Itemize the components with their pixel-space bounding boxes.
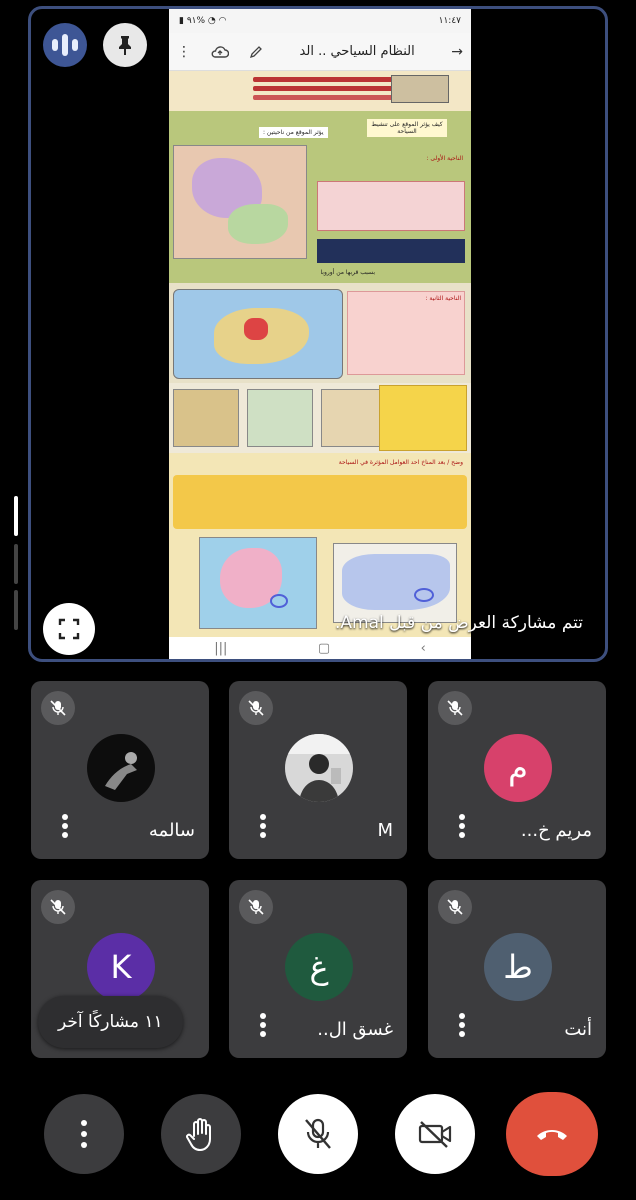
europe-map-image xyxy=(173,145,307,259)
doc-heading: يؤثر الموقع من ناحيتين : xyxy=(259,127,328,138)
raise-hand-button[interactable] xyxy=(161,1094,241,1174)
doc-note-box xyxy=(173,475,467,529)
home-icon: ▢ xyxy=(317,641,331,656)
doc-heading: وضح / بعد المناخ احد العوامل المؤثرة في … xyxy=(338,459,463,466)
participant-menu-button[interactable] xyxy=(452,811,472,841)
fullscreen-icon xyxy=(58,618,80,640)
participant-menu-button[interactable] xyxy=(55,811,75,841)
call-end-icon xyxy=(537,1130,567,1140)
world-map-image xyxy=(173,289,343,379)
doc-section-world: الناحية الثانية : xyxy=(169,283,471,383)
participant-tile[interactable]: M xyxy=(229,681,407,859)
avatar: ط xyxy=(484,933,552,1001)
avatar xyxy=(285,734,353,802)
page-indicator-active xyxy=(14,496,18,536)
raise-hand-icon xyxy=(186,1118,211,1151)
shared-nav-bar: ||| ▢ ‹ xyxy=(169,637,471,659)
americas-map-image xyxy=(199,537,317,629)
avatar: غ xyxy=(285,933,353,1001)
mic-toggle-button[interactable] xyxy=(278,1094,358,1174)
regional-map-image xyxy=(247,389,313,447)
doc-section-location: كيف يؤثر الموقع على تنشيط السياحة يؤثر ا… xyxy=(169,111,471,283)
doc-note-box: الناحية الثانية : xyxy=(347,291,465,375)
participant-tile-self[interactable]: ط أنت xyxy=(428,880,606,1058)
shared-document: كيف يؤثر الموقع على تنشيط السياحة يؤثر ا… xyxy=(169,71,471,637)
doc-note-box xyxy=(317,181,465,231)
avatar xyxy=(87,734,155,802)
more-vert-icon xyxy=(81,1120,87,1148)
page-indicator xyxy=(14,544,18,584)
doc-heading: الناحية الثانية : xyxy=(425,295,461,302)
avatar: K xyxy=(87,933,155,1001)
pin-icon xyxy=(119,36,131,55)
other-participants-pill[interactable]: ١١ مشاركًا آخر xyxy=(38,996,183,1048)
mic-off-icon xyxy=(41,890,75,924)
mic-off-icon xyxy=(239,890,273,924)
mic-off-icon xyxy=(438,691,472,725)
share-caption: تتم مشاركة العرض من قبل Amal. xyxy=(334,613,583,633)
regional-map-image xyxy=(173,389,239,447)
mic-off-icon xyxy=(305,1118,331,1149)
page-indicator xyxy=(14,590,18,630)
doc-section-maps xyxy=(169,383,471,453)
participant-tile[interactable]: م مريم خ... xyxy=(428,681,606,859)
more-options-button[interactable] xyxy=(44,1094,124,1174)
participant-tile[interactable]: سالمه xyxy=(31,681,209,859)
mic-off-icon xyxy=(239,691,273,725)
camera-off-icon xyxy=(418,1121,452,1148)
participant-name: غسق ال.. xyxy=(317,1019,393,1040)
doc-caption: بسبب قربها من أوروبا xyxy=(320,269,375,276)
presentation-stage[interactable]: ▮ ٩١% ◔ ◠ ١١:٤٧ ⋮ النظام السياحي .. الد … xyxy=(28,6,608,662)
fullscreen-button[interactable] xyxy=(43,603,95,655)
shared-screen: ▮ ٩١% ◔ ◠ ١١:٤٧ ⋮ النظام السياحي .. الد … xyxy=(169,9,471,659)
back-arrow-icon: → xyxy=(451,43,463,60)
cloud-upload-icon xyxy=(211,45,229,58)
avatar: م xyxy=(484,734,552,802)
usa-map-image xyxy=(333,543,457,623)
leave-call-button[interactable] xyxy=(506,1092,598,1176)
shared-status-bar: ▮ ٩١% ◔ ◠ ١١:٤٧ xyxy=(169,9,471,33)
doc-section-climate: وضح / بعد المناخ احد العوامل المؤثرة في … xyxy=(169,453,471,637)
mic-off-icon xyxy=(438,890,472,924)
shared-status-icons: ▮ ٩١% ◔ ◠ xyxy=(179,16,227,26)
participant-name: M xyxy=(377,820,393,841)
participant-menu-button[interactable] xyxy=(253,1010,273,1040)
mic-off-icon xyxy=(41,691,75,725)
doc-section-intro xyxy=(169,71,471,111)
camera-toggle-button[interactable] xyxy=(395,1094,475,1174)
regional-map-image xyxy=(321,389,387,447)
doc-heading: كيف يؤثر الموقع على تنشيط السياحة xyxy=(367,119,447,137)
shared-status-time: ١١:٤٧ xyxy=(438,16,461,26)
participant-menu-button[interactable] xyxy=(452,1010,472,1040)
doc-note-box xyxy=(317,239,465,263)
participant-name: أنت xyxy=(564,1019,592,1040)
participant-menu-button[interactable] xyxy=(253,811,273,841)
doc-note-box xyxy=(379,385,467,451)
back-icon: ‹ xyxy=(420,641,426,656)
shared-doc-toolbar: ⋮ النظام السياحي .. الد → xyxy=(169,33,471,71)
doc-heading: الناحية الأولى : xyxy=(426,155,463,162)
more-vert-icon: ⋮ xyxy=(177,43,191,60)
pin-button[interactable] xyxy=(103,23,147,67)
participant-tile[interactable]: غ غسق ال.. xyxy=(229,880,407,1058)
recents-icon: ||| xyxy=(214,641,228,656)
participant-name: سالمه xyxy=(148,820,195,841)
shared-doc-title: النظام السياحي .. الد xyxy=(299,44,415,59)
participant-name: مريم خ... xyxy=(520,820,592,841)
audio-level-icon[interactable] xyxy=(43,23,87,67)
edit-pencil-icon xyxy=(249,45,262,58)
